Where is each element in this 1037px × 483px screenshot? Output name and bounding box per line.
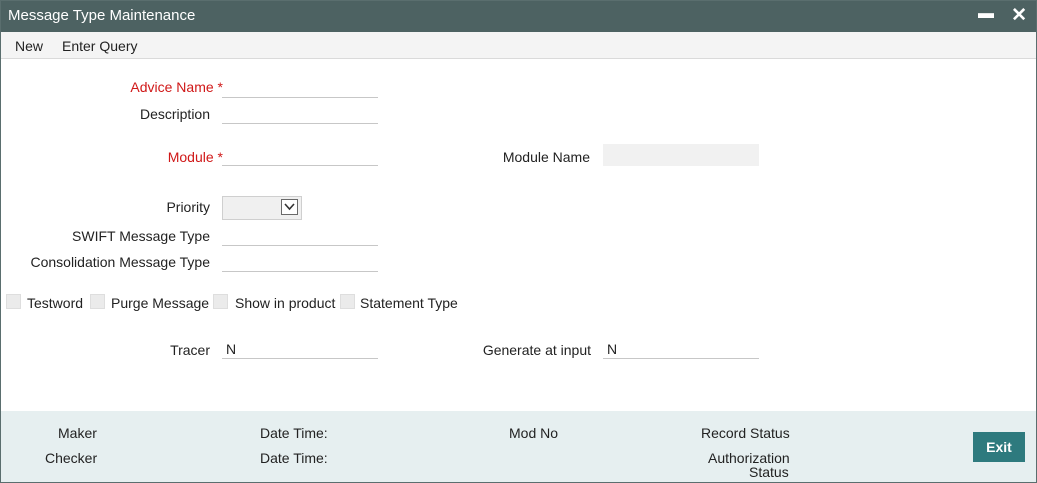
window-title: Message Type Maintenance (8, 7, 196, 24)
audit-footer (1, 411, 1036, 482)
menu-new[interactable]: New (15, 38, 43, 54)
statement-type-checkbox[interactable] (340, 294, 355, 309)
testword-label: Testword (27, 295, 84, 311)
maker-label: Maker (58, 425, 97, 441)
advice-name-input[interactable] (222, 78, 378, 98)
purge-message-checkbox[interactable] (90, 294, 105, 309)
show-in-product-label: Show in product (235, 295, 336, 311)
message-type-maintenance-window: Message Type Maintenance ▬ ✕ New Enter Q… (0, 0, 1037, 483)
consolidation-message-type-label: Consolidation Message Type (30, 254, 210, 270)
description-label: Description (139, 106, 210, 122)
show-in-product-checkbox[interactable] (213, 294, 228, 309)
swift-message-type-input[interactable] (222, 226, 378, 246)
title-bar: Message Type Maintenance ▬ ✕ (1, 1, 1036, 32)
generate-at-input-input[interactable] (603, 339, 759, 359)
close-icon[interactable]: ✕ (1011, 4, 1027, 27)
module-input[interactable] (222, 146, 378, 166)
exit-button[interactable]: Exit (973, 432, 1025, 462)
testword-checkbox[interactable] (6, 294, 21, 309)
consolidation-message-type-input[interactable] (222, 252, 378, 272)
statement-type-label: Statement Type (360, 295, 458, 311)
record-status-label: Record Status (701, 425, 790, 441)
menu-bar: New Enter Query (1, 32, 1036, 59)
swift-message-type-label: SWIFT Message Type (72, 228, 210, 244)
advice-name-label: Advice Name * (130, 79, 223, 95)
minimize-icon[interactable]: ▬ (978, 5, 994, 23)
priority-label: Priority (166, 199, 210, 215)
authorization-status-label: Status (749, 464, 789, 480)
chevron-down-icon[interactable] (281, 199, 298, 215)
generate-at-input-label: Generate at input (482, 342, 591, 358)
checker-label: Checker (45, 450, 98, 466)
checker-date-time-label: Date Time: (260, 450, 328, 466)
module-name-label: Module Name (502, 149, 590, 165)
menu-enter-query[interactable]: Enter Query (62, 38, 137, 54)
tracer-input[interactable] (222, 339, 378, 359)
module-name-field (603, 144, 759, 166)
priority-select[interactable] (222, 196, 302, 220)
maker-date-time-label: Date Time: (260, 425, 328, 441)
tracer-label: Tracer (170, 342, 210, 358)
description-input[interactable] (222, 104, 378, 124)
mod-no-label: Mod No (509, 425, 559, 441)
module-label: Module * (167, 149, 223, 165)
purge-message-label: Purge Message (111, 295, 210, 311)
